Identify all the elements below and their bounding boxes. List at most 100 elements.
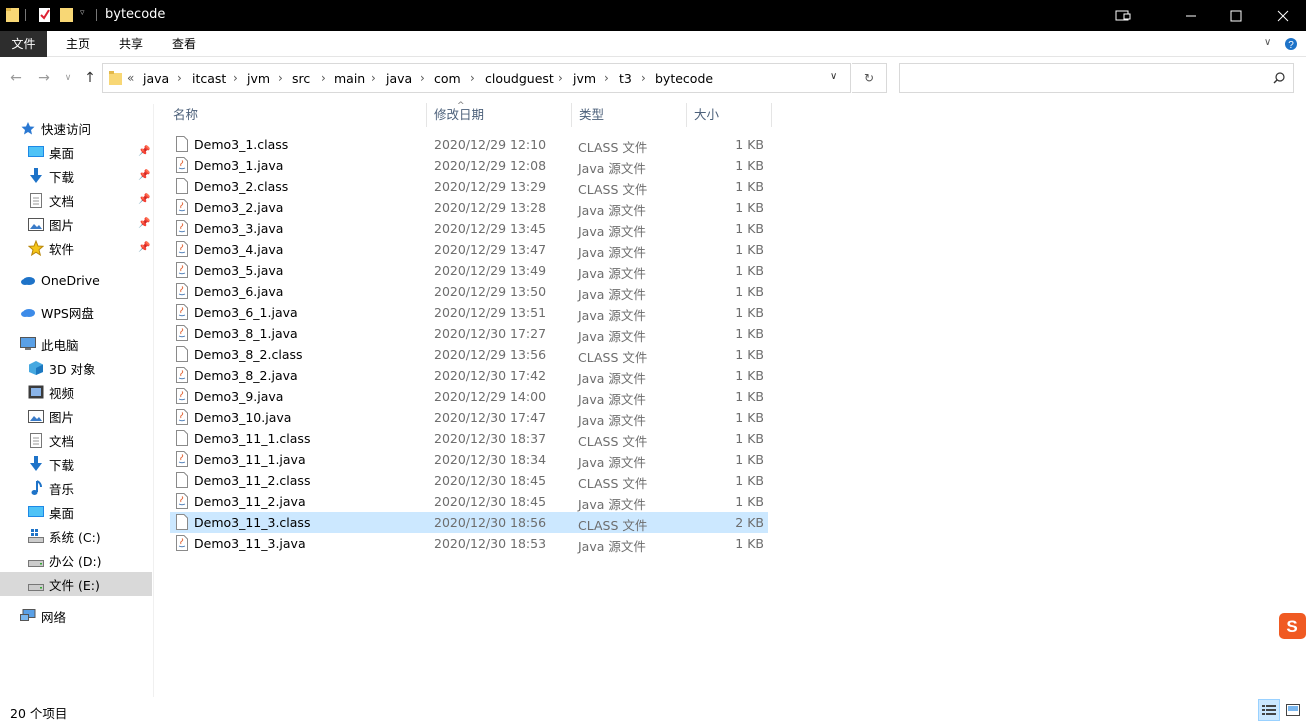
crumb-itcast[interactable]: itcast: [192, 71, 226, 86]
file-row[interactable]: Demo3_4.java 2020/12/29 13:47 Java 源文件 1 KB: [170, 239, 768, 260]
sidebar-item-pictures-pc[interactable]: 图片: [0, 404, 152, 428]
customize-quick-access-icon[interactable]: ▿: [80, 8, 85, 18]
minimize-button[interactable]: [1168, 0, 1214, 31]
tablet-mode-button[interactable]: [1100, 0, 1146, 31]
sidebar-item-wps[interactable]: WPS网盘: [0, 300, 152, 324]
file-row[interactable]: Demo3_2.class 2020/12/29 13:29 CLASS 文件 1 K…: [170, 176, 768, 197]
address-history-chevron-icon[interactable]: ∨: [830, 71, 837, 82]
file-row[interactable]: Demo3_6.java 2020/12/29 13:50 Java 源文件 1 KB: [170, 281, 768, 302]
chevron-right-icon[interactable]: ›: [604, 71, 609, 85]
sogou-ime-icon[interactable]: S: [1279, 613, 1306, 639]
file-row[interactable]: Demo3_11_1.class 2020/12/30 18:37 CLASS 文件…: [170, 428, 768, 449]
up-button[interactable]: ↑: [80, 68, 100, 88]
chevron-right-icon[interactable]: ›: [371, 71, 376, 85]
column-header-type[interactable]: 类型: [572, 103, 686, 127]
chevron-right-icon[interactable]: ›: [321, 71, 326, 85]
sidebar-item-desktop[interactable]: 桌面 📌: [0, 140, 152, 164]
sidebar-item-pictures[interactable]: 图片 📌: [0, 212, 152, 236]
tab-file[interactable]: 文件: [0, 31, 47, 57]
star-icon: [28, 240, 44, 256]
sidebar-item-software[interactable]: 软件 📌: [0, 236, 152, 260]
crumb-bytecode[interactable]: bytecode: [655, 71, 713, 86]
chevron-right-icon[interactable]: ›: [470, 71, 475, 85]
forward-button[interactable]: →: [34, 68, 54, 88]
crumb-java-2[interactable]: java: [386, 71, 412, 86]
pin-icon[interactable]: 📌: [138, 242, 150, 254]
large-icons-view-button[interactable]: [1282, 699, 1304, 721]
tab-home[interactable]: 主页: [55, 31, 101, 57]
file-row[interactable]: Demo3_10.java 2020/12/30 17:47 Java 源文件 1 K…: [170, 407, 768, 428]
column-header-name[interactable]: 名称: [166, 103, 426, 127]
file-row[interactable]: Demo3_11_2.class 2020/12/30 18:45 CLASS 文件…: [170, 470, 768, 491]
file-row[interactable]: Demo3_11_3.java 2020/12/30 18:53 Java 源文件 1…: [170, 533, 768, 554]
sidebar-item-quick-access[interactable]: 快速访问: [0, 116, 152, 140]
file-row[interactable]: Demo3_3.java 2020/12/29 13:45 Java 源文件 1 KB: [170, 218, 768, 239]
file-modified: 2020/12/30 18:34: [434, 452, 547, 467]
pin-icon[interactable]: 📌: [138, 170, 150, 182]
tab-view[interactable]: 查看: [161, 31, 207, 57]
sidebar-item-3d-objects[interactable]: 3D 对象: [0, 356, 152, 380]
sidebar-item-onedrive[interactable]: OneDrive: [0, 268, 152, 292]
chevron-right-icon[interactable]: ›: [641, 71, 646, 85]
column-header-size[interactable]: 大小: [687, 103, 771, 127]
refresh-button[interactable]: ↻: [852, 63, 887, 93]
file-row[interactable]: Demo3_8_1.java 2020/12/30 17:27 Java 源文件 1 …: [170, 323, 768, 344]
chevron-right-icon[interactable]: ›: [420, 71, 425, 85]
details-view-button[interactable]: [1258, 699, 1280, 721]
file-row[interactable]: Demo3_2.java 2020/12/29 13:28 Java 源文件 1 KB: [170, 197, 768, 218]
file-row[interactable]: Demo3_11_3.class 2020/12/30 18:56 CLASS 文件…: [170, 512, 768, 533]
file-row[interactable]: Demo3_11_1.java 2020/12/30 18:34 Java 源文件 1…: [170, 449, 768, 470]
sidebar-item-downloads[interactable]: 下载 📌: [0, 164, 152, 188]
sidebar-item-this-pc[interactable]: 此电脑: [0, 332, 152, 356]
help-icon[interactable]: ?: [1284, 37, 1298, 51]
crumb-java[interactable]: java: [143, 71, 169, 86]
crumb-src[interactable]: src: [292, 71, 310, 86]
new-folder-icon[interactable]: [60, 7, 74, 23]
search-input[interactable]: [899, 63, 1294, 93]
sidebar-item-downloads-pc[interactable]: 下载: [0, 452, 152, 476]
file-row[interactable]: Demo3_1.java 2020/12/29 12:08 Java 源文件 1 KB: [170, 155, 768, 176]
chevron-right-icon[interactable]: ›: [278, 71, 283, 85]
close-button[interactable]: [1260, 0, 1306, 31]
crumb-jvm[interactable]: jvm: [247, 71, 270, 86]
chevron-right-icon[interactable]: ›: [177, 71, 182, 85]
file-row[interactable]: Demo3_6_1.java 2020/12/29 13:51 Java 源文件 1 …: [170, 302, 768, 323]
sidebar-item-documents-pc[interactable]: 文档: [0, 428, 152, 452]
file-row[interactable]: Demo3_1.class 2020/12/29 12:10 CLASS 文件 1 K…: [170, 134, 768, 155]
properties-icon[interactable]: [38, 7, 52, 23]
sidebar-item-network[interactable]: 网络: [0, 604, 152, 628]
crumb-com[interactable]: com: [434, 71, 461, 86]
sidebar-item-videos[interactable]: 视频: [0, 380, 152, 404]
sidebar-item-drive-e[interactable]: 文件 (E:): [0, 572, 152, 596]
sidebar-item-drive-d[interactable]: 办公 (D:): [0, 548, 152, 572]
file-row[interactable]: Demo3_8_2.java 2020/12/30 17:42 Java 源文件 1 …: [170, 365, 768, 386]
file-row[interactable]: Demo3_8_2.class 2020/12/29 13:56 CLASS 文件 1…: [170, 344, 768, 365]
file-row[interactable]: Demo3_9.java 2020/12/29 14:00 Java 源文件 1 KB: [170, 386, 768, 407]
file-name: Demo3_10.java: [194, 410, 292, 425]
back-button[interactable]: ←: [6, 68, 26, 88]
recent-locations-button[interactable]: ∨: [58, 68, 78, 88]
column-divider[interactable]: [771, 103, 772, 127]
crumb-main[interactable]: main: [334, 71, 365, 86]
chevron-right-icon[interactable]: ›: [233, 71, 238, 85]
file-row[interactable]: Demo3_5.java 2020/12/29 13:49 Java 源文件 1 KB: [170, 260, 768, 281]
sidebar-item-music[interactable]: 音乐: [0, 476, 152, 500]
folder-icon[interactable]: [6, 7, 20, 23]
address-bar[interactable]: « java › itcast › jvm › src › main › jav…: [102, 63, 851, 93]
address-overflow[interactable]: «: [127, 71, 134, 85]
sidebar-item-documents[interactable]: 文档 📌: [0, 188, 152, 212]
pin-icon[interactable]: 📌: [138, 218, 150, 230]
sidebar-item-drive-c[interactable]: 系统 (C:): [0, 524, 152, 548]
pin-icon[interactable]: 📌: [138, 146, 150, 158]
pin-icon[interactable]: 📌: [138, 194, 150, 206]
crumb-t3[interactable]: t3: [619, 71, 632, 86]
maximize-button[interactable]: [1213, 0, 1259, 31]
sidebar-item-desktop-pc[interactable]: 桌面: [0, 500, 152, 524]
column-header-modified[interactable]: 修改日期: [427, 103, 571, 127]
file-row[interactable]: Demo3_11_2.java 2020/12/30 18:45 Java 源文件 1…: [170, 491, 768, 512]
expand-ribbon-icon[interactable]: ∨: [1264, 37, 1271, 48]
crumb-jvm-2[interactable]: jvm: [573, 71, 596, 86]
chevron-right-icon[interactable]: ›: [558, 71, 563, 85]
tab-share[interactable]: 共享: [108, 31, 154, 57]
crumb-cloudguest[interactable]: cloudguest: [485, 71, 554, 86]
